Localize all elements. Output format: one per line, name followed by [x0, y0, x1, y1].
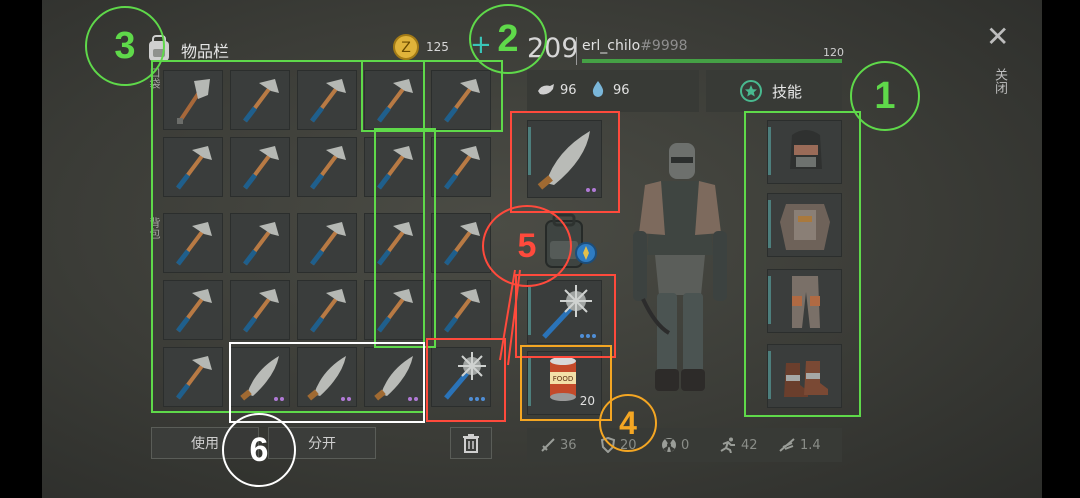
attack-value: 36 [560, 437, 577, 453]
annotation-marker-1: 1 [850, 61, 920, 131]
game-screen: 物品栏 Z 125 + 209 erl_chilo#9998 120 96 96… [0, 0, 1080, 498]
stat-weight: 1.4 [778, 432, 821, 458]
player-name-text: erl_chilo [582, 38, 641, 54]
weight-value: 1.4 [800, 437, 821, 453]
close-icon[interactable]: ✕ [986, 20, 1009, 53]
level-divider [576, 37, 577, 65]
left-bezel [0, 0, 42, 498]
wing-icon [779, 438, 795, 452]
water-drop-icon [592, 81, 604, 97]
annotation-box-machetes [229, 342, 425, 423]
annotation-marker-2: 2 [469, 4, 547, 74]
right-bezel [1042, 0, 1080, 498]
annotation-box-column [374, 128, 436, 348]
trash-icon [463, 434, 479, 453]
coin-icon: Z [393, 34, 419, 60]
svg-text:Z: Z [401, 40, 411, 56]
annotation-box-hand-slot [510, 111, 620, 213]
speed-value: 42 [741, 437, 758, 453]
food-value: 96 [560, 83, 577, 98]
skills-label: 技能 [772, 83, 803, 101]
annotation-marker-6: 6 [222, 413, 296, 487]
player-character [633, 143, 727, 391]
close-label[interactable]: 关闭 [990, 68, 1009, 94]
stat-attack: 36 [540, 432, 577, 458]
annotation-box-armor [744, 111, 861, 417]
annotation-marker-4: 4 [599, 394, 657, 452]
inventory-title: 物品栏 [181, 42, 230, 61]
stat-speed: 42 [719, 432, 758, 458]
pickaxe-icon [444, 146, 480, 190]
running-icon [720, 437, 735, 453]
coin-amount: 125 [426, 40, 449, 54]
inventory-slot-pickaxe[interactable] [431, 137, 491, 197]
annotation-box-top-right-grid [361, 60, 503, 132]
food-icon [538, 84, 554, 95]
radiation-icon [662, 438, 676, 452]
trash-button[interactable] [450, 427, 492, 459]
radiation-value: 0 [681, 437, 690, 453]
stat-radiation: 0 [661, 432, 689, 458]
skill-star-icon [740, 80, 762, 102]
player-tag: #9998 [640, 38, 688, 54]
xp-value: 120 [823, 46, 844, 59]
sword-icon [541, 438, 555, 452]
annotation-marker-5: 5 [482, 205, 572, 287]
annotation-box-consumable [520, 345, 612, 421]
player-name: erl_chilo#9998 [582, 38, 688, 54]
xp-bar [582, 59, 842, 63]
annotation-marker-3: 3 [85, 6, 165, 86]
water-value: 96 [613, 83, 630, 98]
